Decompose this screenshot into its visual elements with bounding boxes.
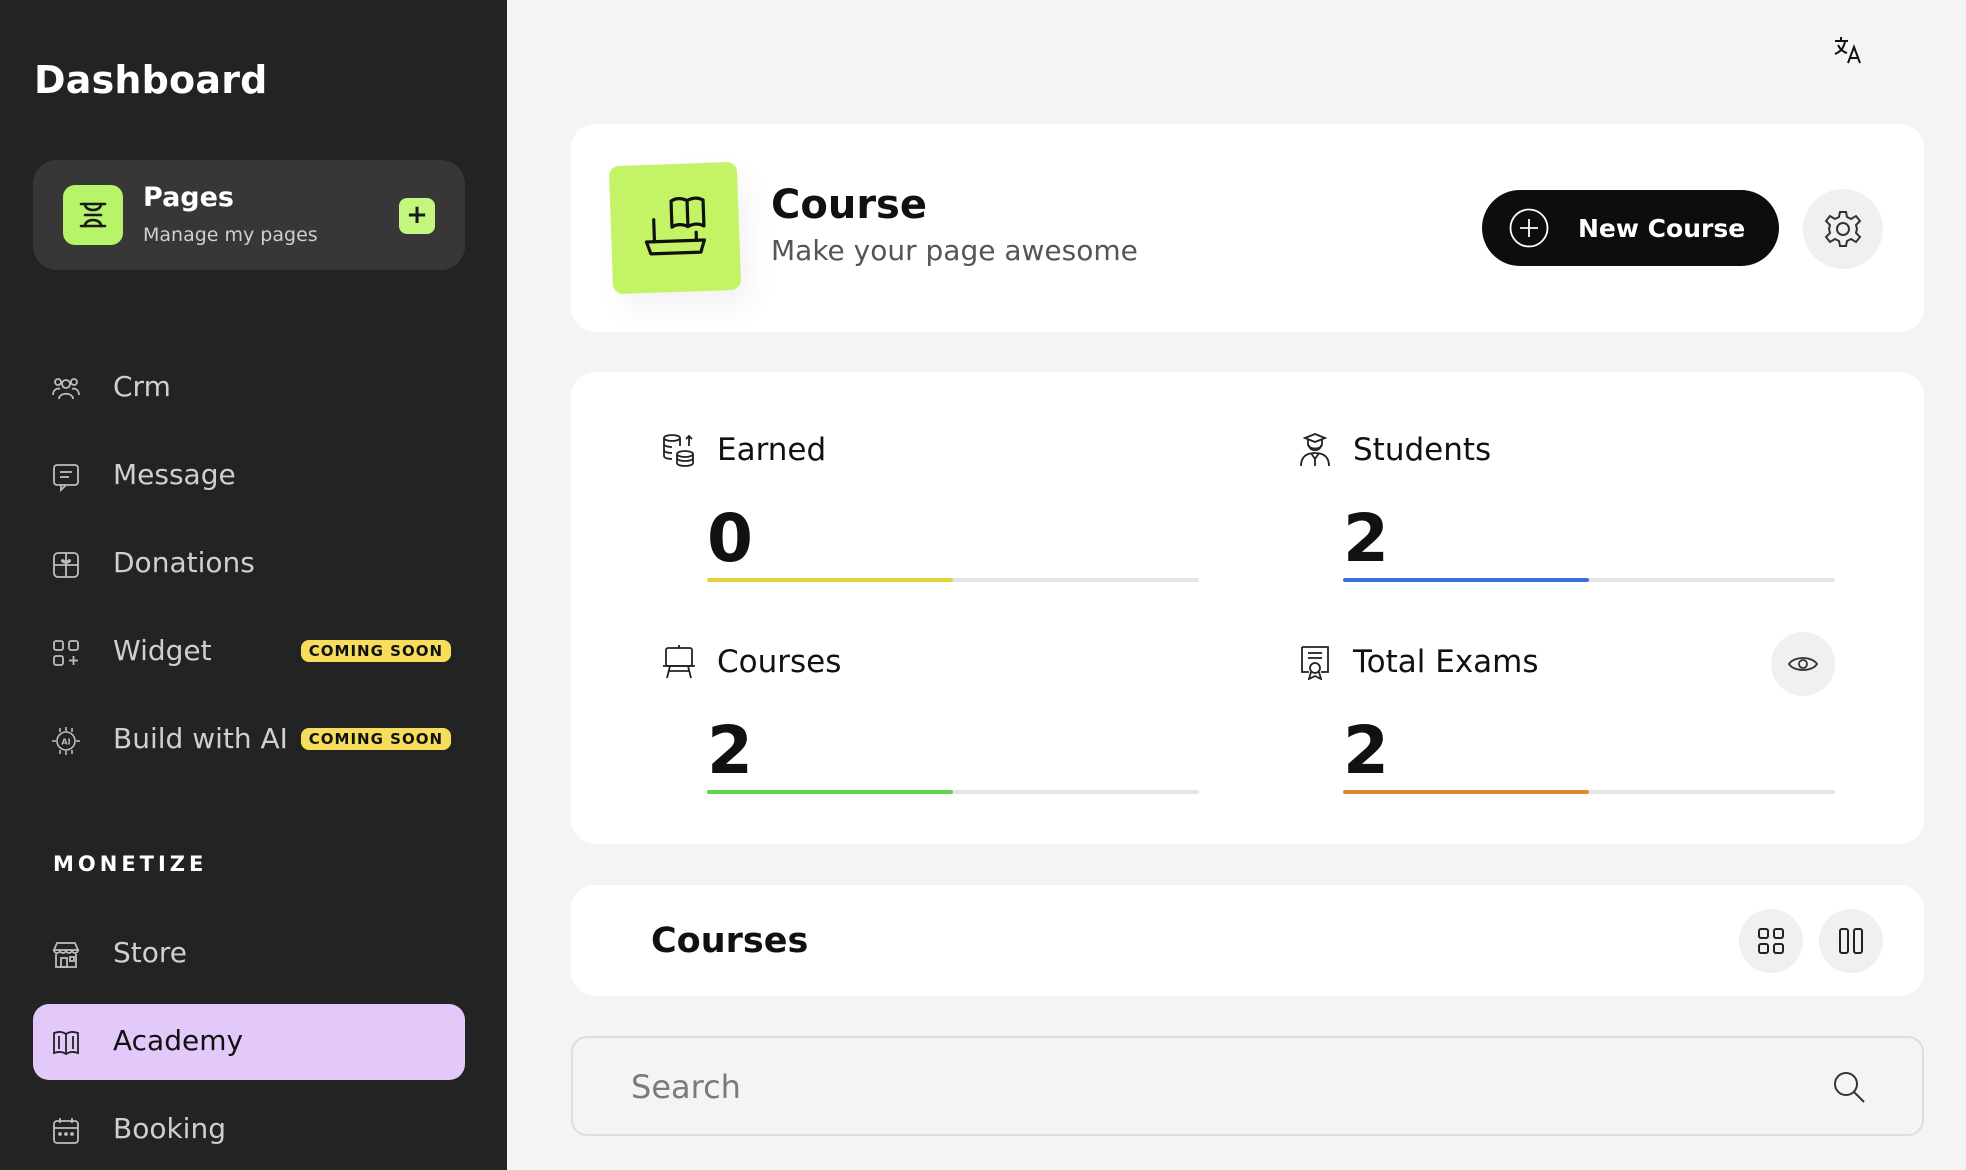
sidebar-item-widget[interactable]: Widget COMING SOON <box>33 614 465 690</box>
coming-soon-badge: COMING SOON <box>300 728 451 750</box>
stats-card: Earned 0 Students 2 Courses 2 Total Exam… <box>571 372 1924 844</box>
sidebar-item-label: Booking <box>113 1112 226 1145</box>
stat-label: Total Exams <box>1353 644 1539 680</box>
pages-card[interactable]: Pages Manage my pages + <box>33 160 465 270</box>
stat-value: 2 <box>1343 712 1389 789</box>
stat-label: Students <box>1353 432 1492 468</box>
sidebar-item-label: Widget <box>113 634 212 667</box>
calendar-icon <box>53 1118 79 1144</box>
monetize-section-title: MONETIZE <box>53 852 208 876</box>
widget-icon <box>53 640 79 666</box>
progress-track <box>1343 790 1835 794</box>
course-header-card: Course Make your page awesome New Course <box>571 124 1924 332</box>
plus-circle-icon <box>1509 208 1549 248</box>
progress-fill <box>707 790 953 794</box>
coming-soon-badge: COMING SOON <box>300 640 451 662</box>
progress-fill <box>1343 790 1589 794</box>
sidebar-item-academy[interactable]: Academy <box>33 1004 465 1080</box>
easel-icon <box>663 645 695 679</box>
sidebar-item-donations[interactable]: Donations <box>33 526 465 602</box>
page-subtitle: Make your page awesome <box>771 234 1138 267</box>
progress-fill <box>1343 578 1589 582</box>
column-view-button[interactable] <box>1819 909 1883 973</box>
academy-icon <box>53 1031 79 1056</box>
svg-text:AI: AI <box>61 738 70 747</box>
sidebar-item-label: Message <box>113 458 236 491</box>
sidebar: Dashboard Pages Manage my pages + Crm Me… <box>0 0 507 1170</box>
grid-view-button[interactable] <box>1739 909 1803 973</box>
message-icon <box>53 464 79 492</box>
stat-courses: Courses 2 <box>661 584 1221 794</box>
coins-icon <box>663 434 694 467</box>
search-bar <box>571 1036 1924 1136</box>
sidebar-item-label: Academy <box>113 1024 244 1057</box>
columns-icon <box>1839 928 1863 954</box>
stat-earned: Earned 0 <box>661 372 1221 582</box>
search-input[interactable] <box>631 1062 1781 1112</box>
new-course-button[interactable]: New Course <box>1482 190 1779 266</box>
student-icon <box>1300 433 1330 467</box>
sidebar-item-message[interactable]: Message <box>33 438 465 514</box>
pages-card-subtitle: Manage my pages <box>143 224 318 246</box>
sidebar-item-build-with-ai[interactable]: AI Build with AI COMING SOON <box>33 702 465 778</box>
stat-value: 0 <box>707 500 753 577</box>
progress-track <box>707 578 1199 582</box>
search-icon[interactable] <box>1832 1070 1866 1104</box>
page-title: Course <box>771 182 927 228</box>
courses-section-title: Courses <box>651 921 809 961</box>
users-icon <box>52 378 80 400</box>
course-laptop-book-icon <box>608 161 742 295</box>
progress-track <box>1343 578 1835 582</box>
sidebar-item-label: Crm <box>113 370 171 403</box>
pages-card-title: Pages <box>143 182 234 213</box>
add-page-button[interactable]: + <box>399 198 435 234</box>
gear-icon <box>1824 211 1862 247</box>
translate-icon[interactable] <box>1832 34 1864 66</box>
grid-icon <box>1758 928 1784 954</box>
pages-layout-icon <box>63 185 123 245</box>
stat-value: 2 <box>1343 500 1389 577</box>
certificate-icon <box>1301 646 1329 680</box>
sidebar-title: Dashboard <box>34 58 268 102</box>
store-icon <box>52 942 80 968</box>
sidebar-item-booking[interactable]: Booking <box>33 1092 465 1168</box>
stat-students: Students 2 <box>1297 372 1857 582</box>
progress-fill <box>707 578 953 582</box>
sidebar-item-label: Build with AI <box>113 722 288 755</box>
settings-button[interactable] <box>1803 189 1883 269</box>
eye-icon <box>1787 657 1819 671</box>
stat-label: Courses <box>717 644 842 680</box>
new-course-label: New Course <box>1578 214 1746 243</box>
courses-section-card: Courses <box>571 885 1924 996</box>
stat-value: 2 <box>707 712 753 789</box>
sidebar-item-label: Donations <box>113 546 255 579</box>
gift-icon <box>53 552 79 578</box>
sidebar-item-label: Store <box>113 936 188 969</box>
stat-label: Earned <box>717 432 827 468</box>
ai-chip-icon: AI <box>52 727 80 755</box>
sidebar-item-store[interactable]: Store <box>33 916 465 992</box>
sidebar-item-crm[interactable]: Crm <box>33 350 465 426</box>
toggle-visibility-button[interactable] <box>1771 632 1835 696</box>
progress-track <box>707 790 1199 794</box>
